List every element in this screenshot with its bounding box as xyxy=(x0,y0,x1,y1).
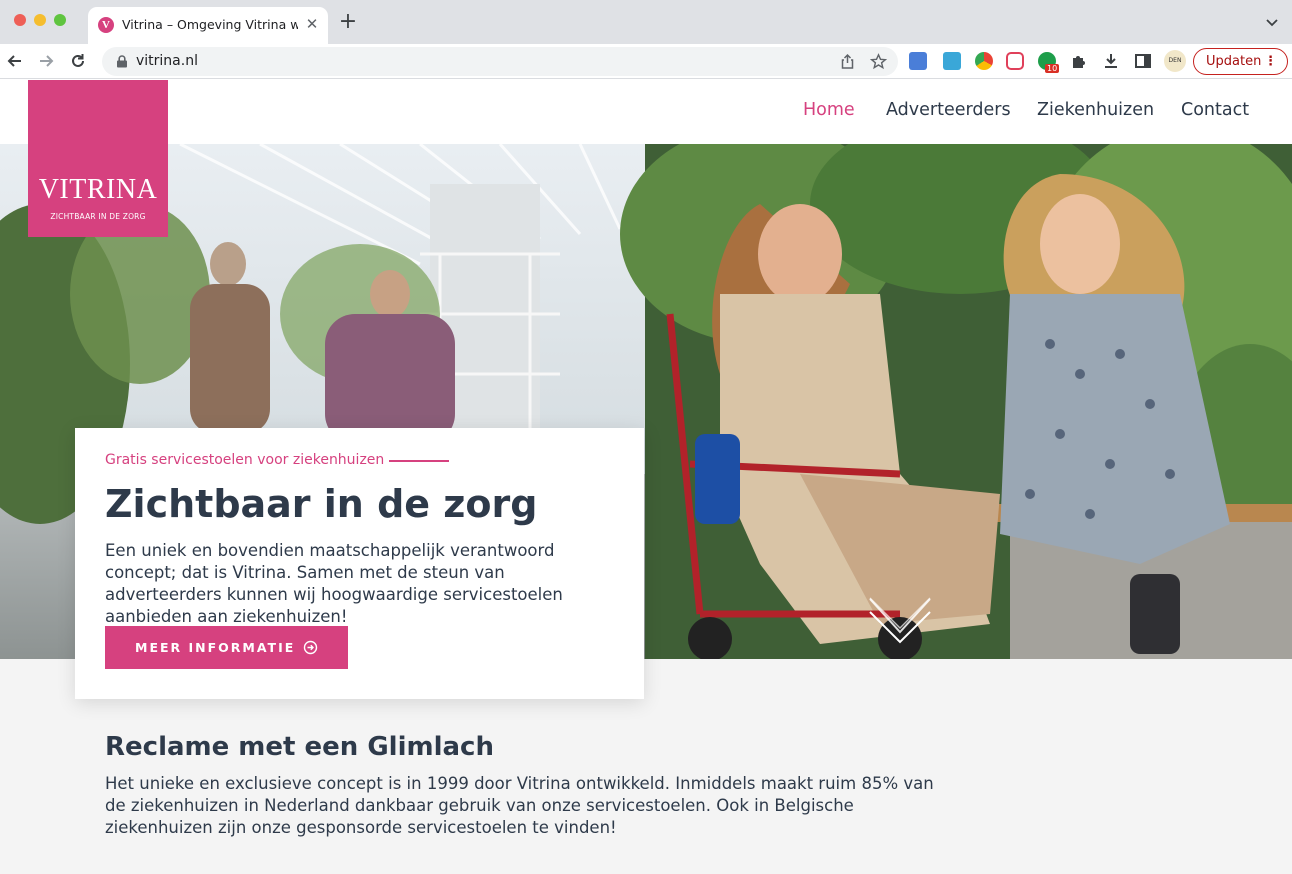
favicon-icon: V xyxy=(98,17,114,33)
more-info-label: MEER INFORMATIE xyxy=(135,640,296,655)
color-extension-icon[interactable] xyxy=(975,52,993,70)
tab-search-chevron-icon[interactable] xyxy=(1264,14,1280,30)
tab-title: Vitrina – Omgeving Vitrina web xyxy=(122,17,298,32)
tab-close-icon[interactable]: ✕ xyxy=(303,15,321,33)
browser-toolbar: vitrina.nl 10 DEN Updaten ⋮ xyxy=(0,44,1292,79)
discount-extension-icon[interactable] xyxy=(943,52,961,70)
lock-icon xyxy=(117,55,127,68)
close-window-button[interactable] xyxy=(14,14,26,26)
more-info-button[interactable]: MEER INFORMATIE xyxy=(105,626,348,669)
logo-tagline: ZICHTBAAR IN DE ZORG xyxy=(50,212,146,221)
card-body: Een uniek en bovendien maatschappelijk v… xyxy=(105,541,563,626)
eyebrow-divider xyxy=(389,460,449,462)
section-body: Het unieke en exclusieve concept is in 1… xyxy=(105,774,934,837)
translate-extension-icon[interactable] xyxy=(909,52,927,70)
scroll-down-chevron-icon[interactable] xyxy=(868,596,932,646)
update-button[interactable]: Updaten ⋮ xyxy=(1193,48,1288,75)
extension-badge: 10 xyxy=(1045,64,1060,73)
download-icon[interactable] xyxy=(1102,52,1120,70)
pocket-extension-icon[interactable] xyxy=(1006,52,1024,70)
section-title: Reclame met een Glimlach xyxy=(105,732,494,762)
card-eyebrow: Gratis servicestoelen voor ziekenhuizen xyxy=(105,452,385,468)
site-logo[interactable]: VITRINA ZICHTBAAR IN DE ZORG xyxy=(28,80,168,237)
more-menu-icon[interactable]: ⋮ xyxy=(1264,49,1277,74)
nav-home[interactable]: Home xyxy=(803,100,855,120)
reload-icon[interactable] xyxy=(69,52,87,70)
url-text: vitrina.nl xyxy=(136,53,198,69)
browser-tab[interactable]: V Vitrina – Omgeving Vitrina web ✕ xyxy=(88,7,328,44)
maximize-window-button[interactable] xyxy=(54,14,66,26)
nav-adverteerders[interactable]: Adverteerders xyxy=(886,100,1011,120)
address-bar[interactable]: vitrina.nl xyxy=(102,47,898,76)
side-panel-icon[interactable] xyxy=(1134,52,1152,70)
browser-tab-bar: V Vitrina – Omgeving Vitrina web ✕ + xyxy=(0,0,1292,44)
minimize-window-button[interactable] xyxy=(34,14,46,26)
share-icon[interactable] xyxy=(839,53,856,70)
back-arrow-icon[interactable] xyxy=(6,52,24,70)
forward-arrow-icon[interactable] xyxy=(37,52,55,70)
nav-contact[interactable]: Contact xyxy=(1181,100,1249,120)
nav-ziekenhuizen[interactable]: Ziekenhuizen xyxy=(1037,100,1154,120)
profile-avatar[interactable]: DEN xyxy=(1164,50,1186,72)
card-title: Zichtbaar in de zorg xyxy=(105,482,538,526)
logo-wordmark: VITRINA xyxy=(38,174,158,205)
extensions-puzzle-icon[interactable] xyxy=(1070,52,1088,70)
new-tab-button[interactable]: + xyxy=(338,11,358,33)
arrow-circle-right-icon xyxy=(303,640,318,655)
update-button-label: Updaten xyxy=(1206,54,1262,69)
bookmark-star-icon[interactable] xyxy=(870,53,887,70)
intro-card: Gratis servicestoelen voor ziekenhuizen … xyxy=(75,428,644,699)
